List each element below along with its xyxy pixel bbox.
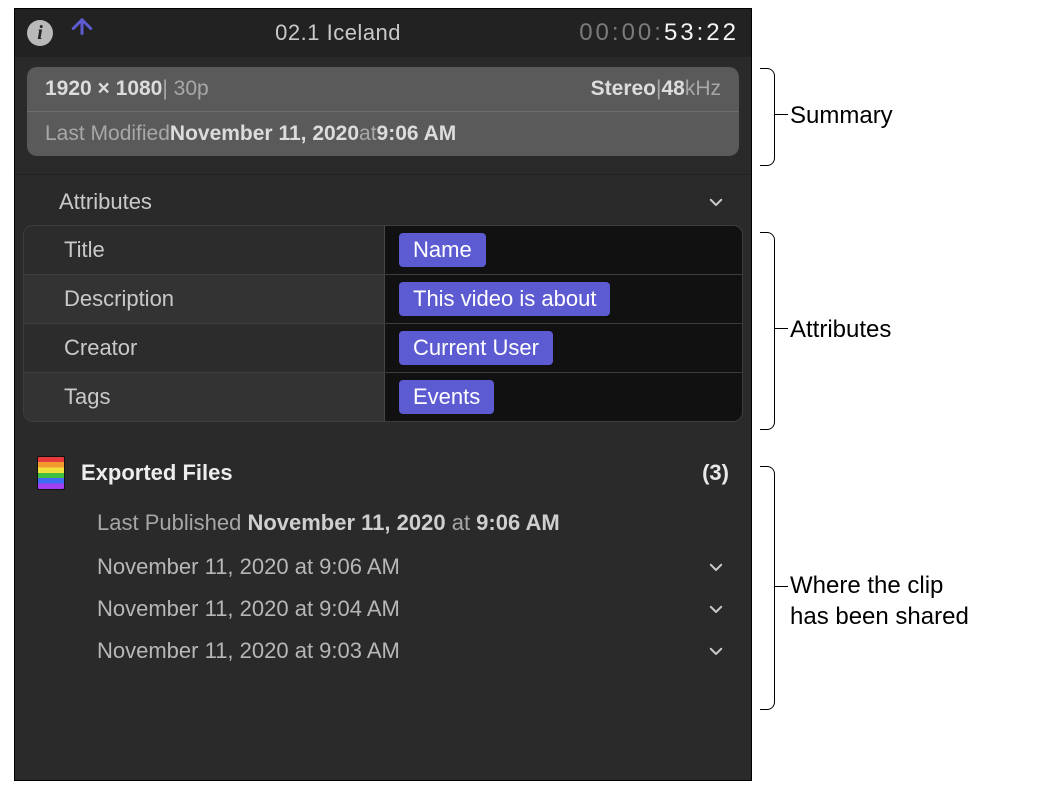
timecode: 00:00:53:22: [579, 19, 739, 47]
last-published-at: at: [452, 510, 476, 535]
last-modified-at: at: [359, 122, 377, 146]
attribute-token[interactable]: Events: [399, 380, 494, 414]
attribute-token[interactable]: Current User: [399, 331, 553, 365]
annotation-callouts: Summary Attributes Where the clip has be…: [760, 0, 1060, 790]
callout-line: [774, 328, 788, 329]
info-tab-icon[interactable]: i: [27, 20, 53, 46]
callout-bracket: [760, 232, 775, 430]
callout-shared: Where the clip has been shared: [790, 570, 969, 632]
attributes-table: Title Name Description This video is abo…: [23, 225, 743, 422]
callout-summary: Summary: [790, 100, 893, 131]
attributes-heading-label: Attributes: [59, 189, 152, 215]
inspector-tab-icons: i: [27, 16, 97, 51]
attribute-value-cell[interactable]: This video is about: [384, 275, 742, 323]
attribute-value-cell[interactable]: Events: [384, 373, 742, 421]
exported-file-timestamp: November 11, 2020 at 9:03 AM: [97, 638, 400, 664]
exported-files-count: (3): [702, 460, 729, 486]
callout-line: [774, 114, 788, 115]
attribute-row-creator: Creator Current User: [24, 323, 742, 372]
exported-file-item[interactable]: November 11, 2020 at 9:04 AM: [37, 588, 729, 630]
attribute-value-cell[interactable]: Name: [384, 226, 742, 274]
chevron-down-icon: [703, 638, 729, 664]
exported-file-timestamp: November 11, 2020 at 9:04 AM: [97, 596, 400, 622]
audio-channels: Stereo: [591, 77, 656, 101]
exported-file-item[interactable]: November 11, 2020 at 9:06 AM: [37, 546, 729, 588]
last-modified-time: 9:06 AM: [377, 122, 457, 146]
exported-file-item[interactable]: November 11, 2020 at 9:03 AM: [37, 630, 729, 672]
callout-bracket: [760, 68, 775, 166]
summary-format-row: 1920 × 1080 | 30p Stereo | 48 kHz: [27, 67, 739, 112]
attribute-label: Title: [24, 237, 384, 263]
callout-attributes: Attributes: [790, 314, 891, 345]
clip-title: 02.1 Iceland: [97, 20, 579, 46]
exported-files-section: Exported Files (3) Last Published Novemb…: [15, 426, 751, 672]
last-modified-label: Last Modified: [45, 122, 170, 146]
attribute-label: Creator: [24, 335, 384, 361]
film-strip-icon: [37, 456, 65, 490]
inspector-top-bar: i 02.1 Iceland 00:00:53:22: [15, 9, 751, 57]
audio-sample-rate-value: 48: [661, 77, 684, 101]
attribute-row-tags: Tags Events: [24, 372, 742, 421]
last-published-label: Last Published: [97, 510, 247, 535]
summary-modified-row: Last Modified November 11, 2020 at 9:06 …: [27, 112, 739, 156]
last-published-line: Last Published November 11, 2020 at 9:06…: [37, 500, 729, 546]
timecode-seconds-frames: 53:22: [664, 19, 739, 46]
attribute-value-cell[interactable]: Current User: [384, 324, 742, 372]
audio-sample-rate-unit: kHz: [685, 77, 721, 101]
callout-bracket: [760, 466, 775, 710]
last-published-time: 9:06 AM: [476, 510, 560, 535]
attribute-label: Description: [24, 286, 384, 312]
frame-rate-value: | 30p: [162, 77, 208, 101]
exported-file-timestamp: November 11, 2020 at 9:06 AM: [97, 554, 400, 580]
summary-card: 1920 × 1080 | 30p Stereo | 48 kHz Last M…: [27, 67, 739, 156]
attribute-token[interactable]: This video is about: [399, 282, 610, 316]
resolution-value: 1920 × 1080: [45, 77, 162, 101]
attribute-row-title: Title Name: [24, 226, 742, 274]
attribute-token[interactable]: Name: [399, 233, 486, 267]
attribute-row-description: Description This video is about: [24, 274, 742, 323]
share-inspector-panel: i 02.1 Iceland 00:00:53:22 1920 × 1080 |…: [14, 8, 752, 781]
last-published-date: November 11, 2020: [247, 510, 445, 535]
attributes-header[interactable]: Attributes: [15, 175, 751, 221]
callout-line: [774, 586, 788, 587]
exported-files-heading: Exported Files: [81, 460, 233, 486]
chevron-down-icon: [703, 189, 729, 215]
exported-files-header: Exported Files (3): [37, 456, 729, 500]
chevron-down-icon: [703, 596, 729, 622]
attribute-label: Tags: [24, 384, 384, 410]
last-modified-date: November 11, 2020: [170, 122, 359, 146]
chevron-down-icon: [703, 554, 729, 580]
share-tab-icon[interactable]: [67, 16, 97, 51]
timecode-hours-minutes: 00:00:: [579, 19, 664, 46]
